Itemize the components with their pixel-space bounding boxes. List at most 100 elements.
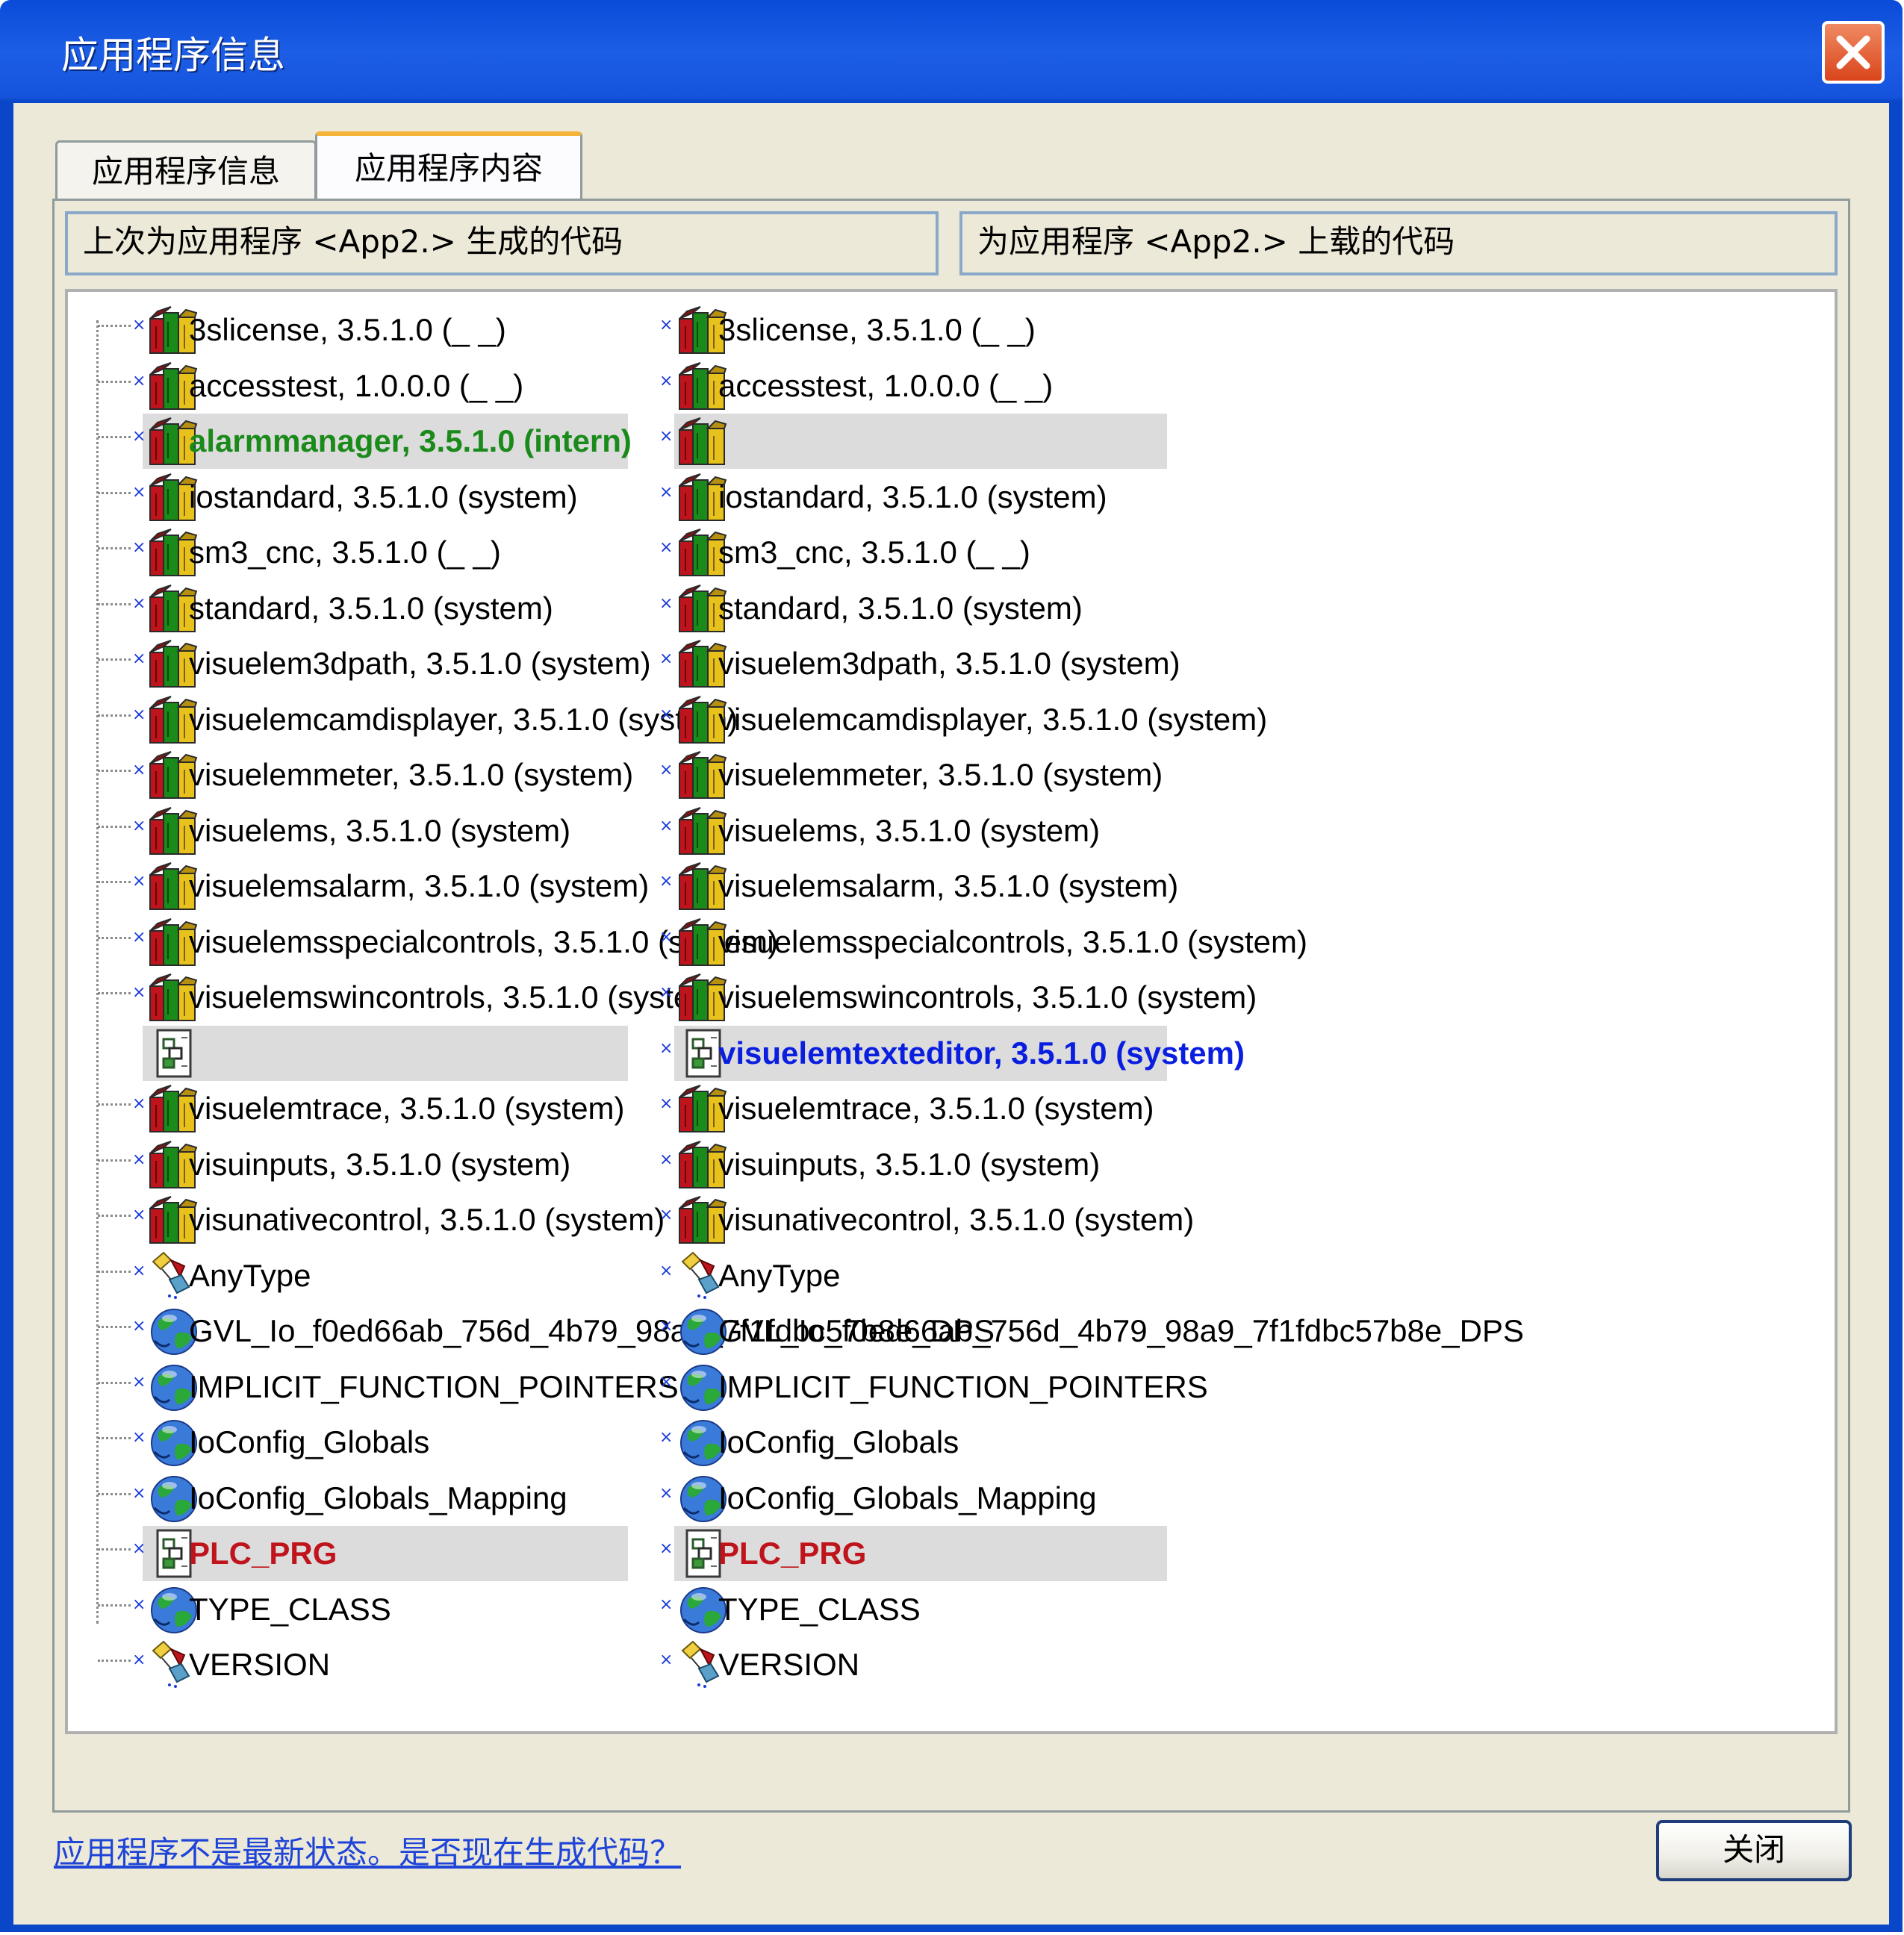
list-item-label: visuinputs, 3.5.1.0 (system)	[189, 1146, 571, 1182]
list-item-label: TYPE_CLASS	[189, 1591, 391, 1627]
tree-node-marker-icon[interactable]: ×	[659, 1373, 673, 1392]
tab-application-content[interactable]: 应用程序内容	[315, 131, 582, 203]
list-item-label: VERSION	[718, 1647, 860, 1682]
list-item-label: visuelemtrace, 3.5.1.0 (system)	[718, 1091, 1154, 1126]
tree-node-marker-icon[interactable]: ×	[132, 872, 146, 891]
list-item-label: visuelemswincontrols, 3.5.1.0 (system)	[718, 979, 1257, 1015]
tree-node-marker-icon[interactable]: ×	[132, 1651, 146, 1669]
tree-node-marker-icon[interactable]: ×	[132, 817, 146, 835]
list-item-label: 3slicense, 3.5.1.0 (_ _)	[718, 312, 1036, 347]
tree-node-marker-icon[interactable]: ×	[659, 983, 673, 1002]
tree-node-marker-icon[interactable]: ×	[132, 483, 146, 502]
list-item-label: visunativecontrol, 3.5.1.0 (system)	[718, 1202, 1195, 1237]
generate-code-link[interactable]: 应用程序不是最新状态。是否现在生成代码？	[54, 1828, 681, 1873]
tree-node-marker-icon[interactable]: ×	[659, 817, 673, 835]
tree-node-marker-icon[interactable]: ×	[659, 538, 673, 557]
tree-node-marker-icon[interactable]: ×	[659, 316, 673, 334]
tree-node-marker-icon[interactable]: ×	[659, 594, 673, 613]
tree-node-marker-icon[interactable]: ×	[659, 1094, 673, 1113]
title-bar: 应用程序信息	[0, 0, 1903, 102]
tree-node-marker-icon[interactable]: ×	[659, 705, 673, 724]
tree-node-marker-icon[interactable]: ×	[659, 928, 673, 947]
tree-node-marker-icon[interactable]: ×	[132, 1595, 146, 1614]
list-item-label: visuelem3dpath, 3.5.1.0 (system)	[189, 646, 651, 681]
tree-connector	[98, 1492, 131, 1495]
tree-node-marker-icon[interactable]: ×	[132, 1317, 146, 1336]
tree-node-marker-icon[interactable]: ×	[659, 1539, 673, 1558]
tree-node-marker-icon[interactable]: ×	[132, 761, 146, 779]
tree-connector	[98, 770, 131, 772]
tree-node-marker-icon[interactable]: ×	[659, 872, 673, 891]
tree-node-marker-icon[interactable]: ×	[132, 705, 146, 724]
tree-node-marker-icon[interactable]: ×	[132, 427, 146, 446]
tree-node-marker-icon[interactable]: ×	[659, 1262, 673, 1280]
list-row-right[interactable]	[674, 414, 1167, 469]
tree-connector	[98, 1159, 131, 1162]
list-item-label: visuinputs, 3.5.1.0 (system)	[718, 1146, 1101, 1182]
tree-node-marker-icon[interactable]: ×	[659, 1150, 673, 1169]
tree-connector	[98, 881, 131, 883]
tree-node-marker-icon[interactable]: ×	[659, 761, 673, 779]
tree-node-marker-icon[interactable]: ×	[659, 427, 673, 446]
tree-node-marker-icon[interactable]: ×	[659, 1428, 673, 1447]
tree-connector	[98, 1604, 131, 1607]
list-item-label: AnyType	[189, 1257, 311, 1293]
tree-node-marker-icon[interactable]: ×	[132, 1262, 146, 1280]
tree-node-marker-icon[interactable]: ×	[132, 1539, 146, 1558]
tree-node-marker-icon[interactable]: ×	[132, 594, 146, 613]
tree-node-marker-icon[interactable]: ×	[659, 1484, 673, 1503]
tree-node-marker-icon[interactable]: ×	[132, 1206, 146, 1224]
list-item-label: sm3_cnc, 3.5.1.0 (_ _)	[189, 535, 501, 570]
dialog-client-area: 应用程序信息 应用程序内容 上次为应用程序 <App2.> 生成的代码 为应用程…	[13, 103, 1889, 1925]
list-item-label: IMPLICIT_FUNCTION_POINTERS	[718, 1368, 1208, 1404]
tree-node-marker-icon[interactable]: ×	[132, 372, 146, 390]
tree-node-marker-icon[interactable]: ×	[659, 483, 673, 502]
list-item-label: visunativecontrol, 3.5.1.0 (system)	[189, 1202, 665, 1237]
close-button[interactable]: 关闭	[1656, 1820, 1852, 1881]
tree-connector	[98, 936, 131, 939]
tree-node-marker-icon[interactable]: ×	[132, 1094, 146, 1113]
tree-node-marker-icon[interactable]: ×	[132, 983, 146, 1002]
tree-node-marker-icon[interactable]: ×	[132, 1150, 146, 1169]
tree-node-marker-icon[interactable]: ×	[659, 372, 673, 390]
tree-connector	[98, 1270, 131, 1273]
window-title: 应用程序信息	[61, 34, 285, 77]
tree-node-marker-icon[interactable]: ×	[132, 316, 146, 334]
tree-node-marker-icon[interactable]: ×	[132, 1373, 146, 1392]
tree-node-marker-icon[interactable]: ×	[132, 538, 146, 557]
list-item-label: sm3_cnc, 3.5.1.0 (_ _)	[718, 535, 1030, 570]
tree-node-marker-icon[interactable]: ×	[132, 1428, 146, 1447]
tree-connector	[98, 992, 131, 994]
comparison-list[interactable]: × 3slicense, 3.5.1.0 (_ _) × 3slicense, 3.5…	[65, 289, 1838, 1734]
tree-node-marker-icon[interactable]: ×	[659, 1317, 673, 1336]
tree-node-marker-icon[interactable]: ×	[659, 1206, 673, 1224]
list-row-left[interactable]	[143, 1025, 628, 1081]
tree-node-marker-icon[interactable]: ×	[132, 649, 146, 668]
tree-connector	[98, 1437, 131, 1439]
list-item-label: visuelemmeter, 3.5.1.0 (system)	[189, 757, 634, 792]
program-icon	[147, 1027, 199, 1079]
list-item-label: visuelemsalarm, 3.5.1.0 (system)	[718, 868, 1179, 903]
tree-node-marker-icon[interactable]: ×	[132, 1484, 146, 1503]
tree-node-marker-icon[interactable]: ×	[132, 928, 146, 947]
list-item-label: AnyType	[718, 1257, 841, 1293]
tree-node-marker-icon[interactable]: ×	[659, 1595, 673, 1614]
list-item-label: visuelems, 3.5.1.0 (system)	[718, 812, 1101, 848]
tree-node-marker-icon[interactable]: ×	[659, 1651, 673, 1669]
list-item-label: visuelemtrace, 3.5.1.0 (system)	[189, 1091, 625, 1126]
list-item-label: IMPLICIT_FUNCTION_POINTERS	[189, 1368, 679, 1404]
list-item-label: GVL_Io_f0ed66ab_756d_4b79_98a9_7f1fdbc57…	[718, 1313, 1524, 1348]
list-item-label: visuelemtexteditor, 3.5.1.0 (system)	[718, 1035, 1245, 1071]
list-item-label: visuelemmeter, 3.5.1.0 (system)	[718, 757, 1163, 792]
list-item-label: accesstest, 1.0.0.0 (_ _)	[189, 367, 524, 403]
tree-node-marker-icon[interactable]: ×	[659, 1039, 673, 1058]
tab-application-info[interactable]: 应用程序信息	[55, 140, 317, 200]
window-close-button[interactable]	[1822, 21, 1885, 84]
list-item-label: visuelem3dpath, 3.5.1.0 (system)	[718, 646, 1180, 681]
tree-connector	[98, 1381, 131, 1384]
list-item-label: PLC_PRG	[718, 1536, 867, 1571]
dialog-window: 应用程序信息 应用程序信息 应用程序内容 上次为应用程序 <App2.> 生成的…	[0, 0, 1903, 1932]
list-item-label: IoConfig_Globals	[718, 1424, 959, 1459]
tree-connector	[98, 825, 131, 828]
tree-node-marker-icon[interactable]: ×	[659, 649, 673, 668]
